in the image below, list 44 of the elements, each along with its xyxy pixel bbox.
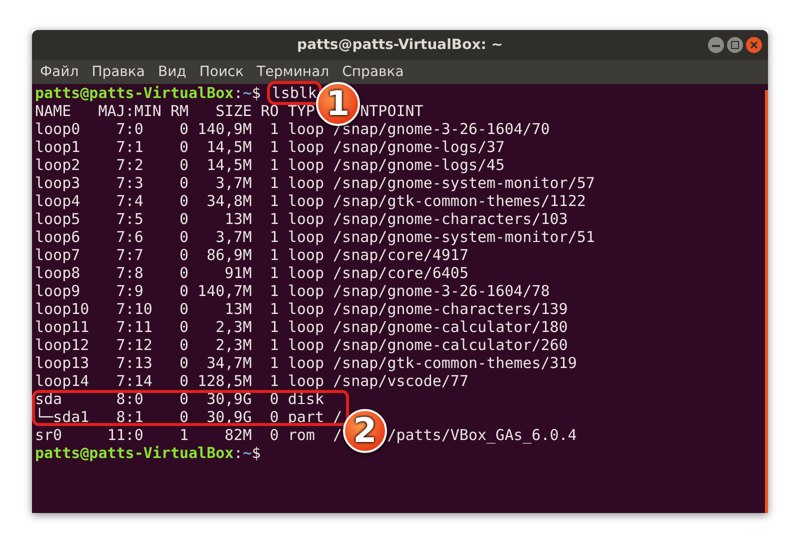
prompt-sign: $ xyxy=(252,444,261,462)
prompt-user: patts@patts-VirtualBox xyxy=(35,84,234,102)
output-line: NAME MAJ:MIN RM SIZE RO TYP xyxy=(35,102,315,120)
output-line: loop10 7:10 0 13M 1 loop /snap/gnome-characters/139 xyxy=(35,300,568,318)
output-line: loop6 7:6 0 3,7M 1 loop /snap/gnome-system-monitor/51 xyxy=(35,228,595,246)
callout-badge: 2 xyxy=(343,409,387,453)
output-line: loop1 7:1 0 14,5M 1 loop /snap/gnome-logs/37 xyxy=(35,138,505,156)
menu-item[interactable]: Терминал xyxy=(256,64,330,80)
prompt-separator: : xyxy=(234,84,243,102)
prompt-user: patts@patts-VirtualBox xyxy=(35,444,234,462)
output-line: loop7 7:7 0 86,9M 1 loop /snap/core/4917 xyxy=(35,246,468,264)
menu-item[interactable]: Справка xyxy=(342,64,404,80)
output-line: sda 8:0 0 30,9G 0 disk xyxy=(35,390,324,408)
close-button[interactable] xyxy=(746,37,762,53)
output-line: NTPOINT xyxy=(360,102,424,120)
output-line: loop3 7:3 0 3,7M 1 loop /snap/gnome-system-monitor/57 xyxy=(35,174,595,192)
prompt-separator: : xyxy=(234,444,243,462)
menu-item[interactable]: Правка xyxy=(92,64,145,80)
menu-item[interactable]: Файл xyxy=(40,64,79,80)
output-line: loop2 7:2 0 14,5M 1 loop /snap/gnome-logs/45 xyxy=(35,156,505,174)
output-line: loop13 7:13 0 34,7M 1 loop /snap/gtk-common-themes/319 xyxy=(35,354,577,372)
output-line: loop11 7:11 0 2,3M 1 loop /snap/gnome-calculator/180 xyxy=(35,318,568,336)
scrollbar[interactable] xyxy=(765,90,768,513)
maximize-button[interactable] xyxy=(727,37,743,53)
output-line: /patts/VBox_GAs_6.0.4 xyxy=(387,426,577,444)
window-title: patts@patts-VirtualBox: ~ xyxy=(297,37,503,53)
minimize-button[interactable] xyxy=(708,37,724,53)
output-line: loop4 7:4 0 34,8M 1 loop /snap/gtk-common-themes/1122 xyxy=(35,192,586,210)
menu-item[interactable]: Вид xyxy=(158,64,186,80)
output-line: loop8 7:8 0 91M 1 loop /snap/core/6405 xyxy=(35,264,468,282)
output-line: loop9 7:9 0 140,7M 1 loop /snap/gnome-3-26-1604/78 xyxy=(35,282,550,300)
close-icon xyxy=(750,41,758,49)
prompt-path: ~ xyxy=(242,84,252,102)
output-line: loop12 7:12 0 2,3M 1 loop /snap/gnome-calculator/260 xyxy=(35,336,568,354)
prompt-path: ~ xyxy=(242,444,252,462)
command-text: lsblk xyxy=(270,84,319,102)
callout-badge: 1 xyxy=(316,82,360,126)
output-line: loop14 7:14 0 128,5M 1 loop /snap/vscode/77 xyxy=(35,372,468,390)
output-line: sr0 11:0 1 82M 0 rom / xyxy=(35,426,342,444)
output-line: └─sda1 8:1 0 30,9G 0 part / xyxy=(35,408,342,426)
menu-item[interactable]: Поиск xyxy=(199,64,244,80)
maximize-icon xyxy=(731,41,739,49)
output-line: loop5 7:5 0 13M 1 loop /snap/gnome-characters/103 xyxy=(35,210,568,228)
prompt-sign: $ xyxy=(252,84,261,102)
